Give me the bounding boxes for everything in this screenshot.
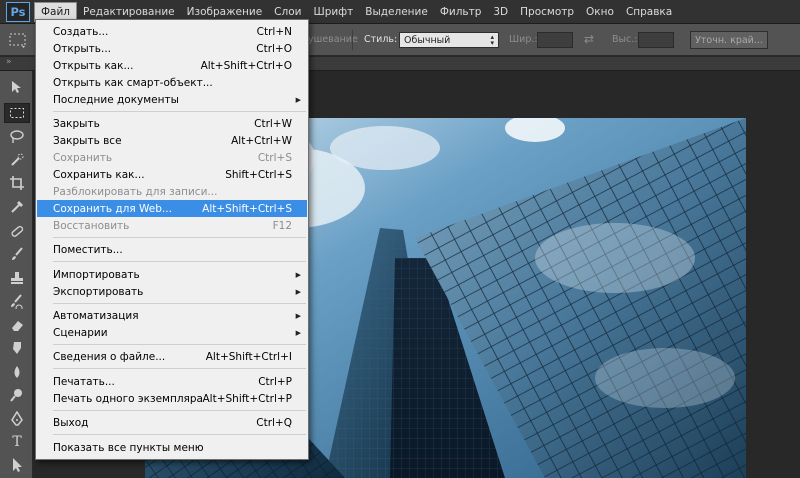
tools-panel: T: [0, 71, 33, 478]
feather-label: ушевание: [308, 34, 358, 45]
menu-separator: [53, 368, 306, 369]
menu-separator: [53, 237, 306, 238]
pen-tool-icon[interactable]: [4, 409, 30, 429]
submenu-arrow-icon: ▶: [295, 311, 301, 320]
eraser-tool-icon[interactable]: [4, 315, 30, 335]
menu-item-scripts[interactable]: Сценарии ▶: [37, 324, 307, 341]
type-tool-icon[interactable]: T: [4, 432, 30, 452]
style-select[interactable]: Обычный ▴ ▾: [399, 32, 499, 48]
select-arrows-icon: ▴ ▾: [490, 33, 494, 47]
menu-item-place[interactable]: Поместить...: [37, 241, 307, 258]
menu-item-save-as[interactable]: Сохранить как... Shift+Ctrl+S: [37, 166, 307, 183]
photoshop-logo: Ps: [6, 1, 30, 22]
menu-type[interactable]: Шрифт: [307, 2, 359, 22]
menu-separator: [53, 111, 306, 112]
style-value: Обычный: [404, 34, 451, 46]
move-tool-icon[interactable]: [4, 77, 30, 97]
style-label: Стиль:: [364, 34, 398, 45]
menu-separator: [53, 303, 306, 304]
menu-item-open-as[interactable]: Открыть как... Alt+Shift+Ctrl+O: [37, 57, 307, 74]
menu-separator: [53, 410, 306, 411]
healing-brush-tool-icon[interactable]: [4, 221, 30, 241]
menu-item-save[interactable]: Сохранить Ctrl+S: [37, 149, 307, 166]
menu-help[interactable]: Справка: [620, 2, 678, 22]
menu-3d[interactable]: 3D: [487, 2, 514, 22]
menu-item-exit[interactable]: Выход Ctrl+Q: [37, 414, 307, 431]
menu-item-print[interactable]: Печатать... Ctrl+P: [37, 373, 307, 390]
submenu-arrow-icon: ▶: [295, 270, 301, 279]
height-input[interactable]: [638, 32, 674, 48]
menu-item-automate[interactable]: Автоматизация ▶: [37, 307, 307, 324]
refine-edge-button[interactable]: Уточн. край...: [690, 31, 768, 49]
gradient-tool-icon[interactable]: [4, 338, 30, 358]
menu-item-revert[interactable]: Восстановить F12: [37, 217, 307, 234]
menu-item-export[interactable]: Экспортировать ▶: [37, 283, 307, 300]
menu-window[interactable]: Окно: [580, 2, 620, 22]
history-brush-tool-icon[interactable]: [4, 291, 30, 311]
menu-item-import[interactable]: Импортировать ▶: [37, 266, 307, 283]
menu-item-open-as-smart-object[interactable]: Открыть как смарт-объект...: [37, 74, 307, 91]
clone-stamp-tool-icon[interactable]: [4, 268, 30, 288]
swap-dimensions-icon[interactable]: ⇄: [584, 32, 594, 46]
file-menu-dropdown: Создать... Ctrl+N Открыть... Ctrl+O Открыт…: [35, 19, 309, 460]
menu-separator: [53, 434, 306, 435]
menu-item-close[interactable]: Закрыть Ctrl+W: [37, 115, 307, 132]
menu-item-recent-documents[interactable]: Последние документы ▶: [37, 91, 307, 108]
submenu-arrow-icon: ▶: [295, 95, 301, 104]
menu-item-print-one-copy[interactable]: Печать одного экземпляра Alt+Shift+Ctrl+P: [37, 390, 307, 407]
menu-item-unlock-for-writing[interactable]: Разблокировать для записи...: [37, 183, 307, 200]
options-separator: [352, 30, 353, 50]
menu-item-close-all[interactable]: Закрыть все Alt+Ctrl+W: [37, 132, 307, 149]
menu-item-file-info[interactable]: Сведения о файле... Alt+Shift+Ctrl+I: [37, 348, 307, 365]
marquee-preset-icon[interactable]: [8, 31, 28, 49]
menu-item-open[interactable]: Открыть... Ctrl+O: [37, 40, 307, 57]
dodge-tool-icon[interactable]: [4, 385, 30, 405]
marquee-tool-icon[interactable]: [4, 103, 30, 123]
crop-tool-icon[interactable]: [4, 173, 30, 193]
lasso-tool-icon[interactable]: [4, 127, 30, 147]
width-input[interactable]: [537, 32, 573, 48]
submenu-arrow-icon: ▶: [295, 287, 301, 296]
brush-tool-icon[interactable]: [4, 244, 30, 264]
width-label: Шир.:: [509, 34, 538, 45]
height-label: Выс.:: [612, 34, 638, 45]
menu-select[interactable]: Выделение: [359, 2, 434, 22]
menu-view[interactable]: Просмотр: [514, 2, 580, 22]
path-selection-tool-icon[interactable]: [4, 455, 30, 475]
menu-item-show-all-menu-items[interactable]: Показать все пункты меню: [37, 439, 307, 456]
menu-item-new[interactable]: Создать... Ctrl+N: [37, 23, 307, 40]
menu-filter[interactable]: Фильтр: [434, 2, 488, 22]
blur-tool-icon[interactable]: [4, 362, 30, 382]
menu-separator: [53, 344, 306, 345]
quick-selection-tool-icon[interactable]: [4, 150, 30, 170]
menu-item-save-for-web[interactable]: Сохранить для Web... Alt+Shift+Ctrl+S: [37, 200, 307, 217]
collapse-panel-icon[interactable]: »: [6, 57, 12, 67]
submenu-arrow-icon: ▶: [295, 328, 301, 337]
menu-separator: [53, 261, 306, 262]
eyedropper-tool-icon[interactable]: [4, 197, 30, 217]
